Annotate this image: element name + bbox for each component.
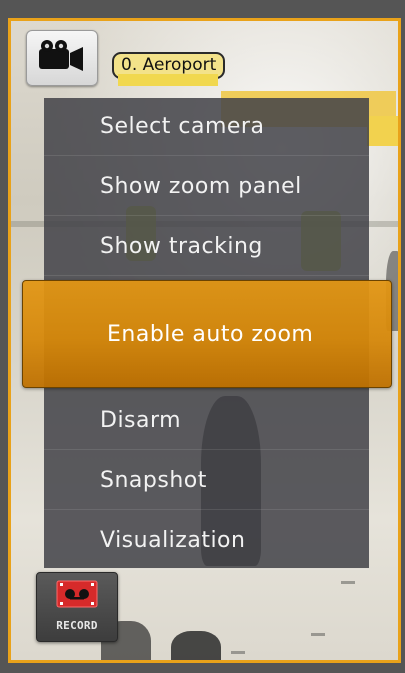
record-label: RECORD: [56, 619, 98, 632]
menu-item-select-camera[interactable]: Select camera: [44, 98, 369, 156]
menu-item-show-zoom-panel[interactable]: Show zoom panel: [44, 158, 369, 216]
menu-item-label: Show tracking: [100, 234, 263, 259]
menu-item-label: Select camera: [100, 114, 265, 139]
menu-item-disarm[interactable]: Disarm: [44, 392, 369, 450]
menu-item-show-tracking[interactable]: Show tracking: [44, 218, 369, 276]
record-tape-icon: [56, 580, 98, 608]
record-button[interactable]: RECORD: [36, 572, 118, 642]
menu-item-label: Visualization: [100, 528, 246, 553]
menu-item-label: Disarm: [100, 408, 182, 433]
background-sign: [367, 116, 398, 146]
menu-item-label: Snapshot: [100, 468, 207, 493]
menu-item-snapshot[interactable]: Snapshot: [44, 452, 369, 510]
camera-window: 0. Aeroport Select camera Show zoom pane…: [0, 0, 405, 673]
background-person: [171, 631, 221, 660]
camera-menu-button[interactable]: [26, 30, 98, 86]
menu-item-visualization[interactable]: Visualization: [44, 512, 369, 570]
floor-mark: [341, 581, 355, 584]
camera-subtitle-strip: [118, 74, 218, 86]
menu-item-label: Enable auto zoom: [107, 322, 314, 347]
menu-item-label: Show zoom panel: [100, 174, 302, 199]
context-menu: Select camera Show zoom panel Show track…: [22, 98, 392, 570]
floor-mark: [231, 651, 245, 654]
video-camera-icon: [39, 40, 83, 71]
menu-item-enable-auto-zoom[interactable]: Enable auto zoom: [22, 280, 392, 388]
floor-mark: [311, 633, 325, 636]
